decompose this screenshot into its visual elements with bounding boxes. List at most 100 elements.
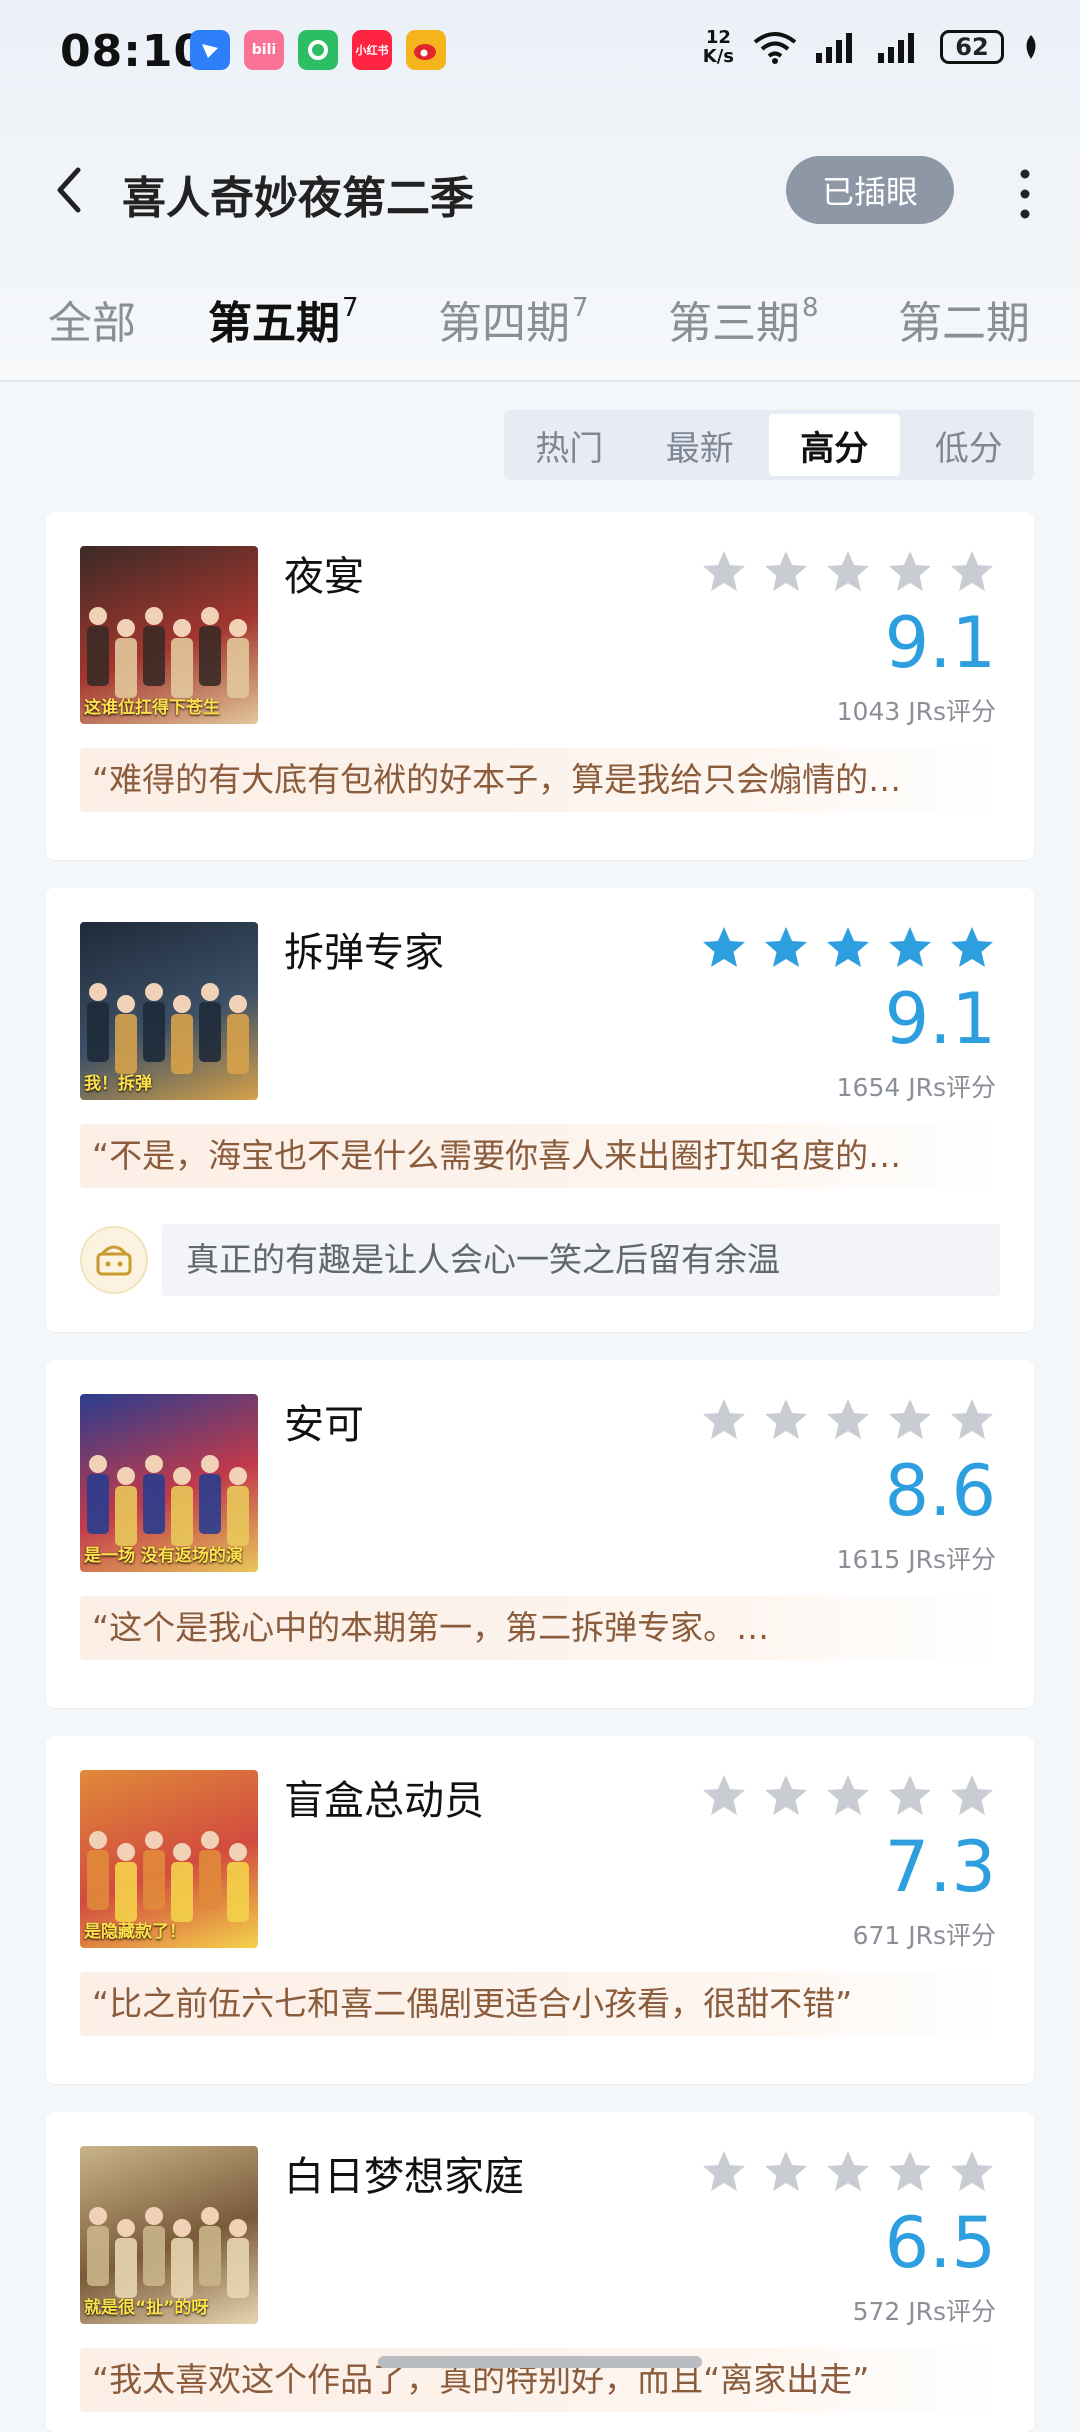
figure-head	[89, 2207, 107, 2225]
signal-icon-2	[878, 33, 914, 63]
star-icon[interactable]	[700, 1772, 748, 1820]
figure-body	[227, 1014, 249, 1074]
tab-episode-4[interactable]: 第四期7	[438, 287, 589, 351]
top-comment-quote[interactable]: “这个是我心中的本期第一，第二拆弹专家。…	[80, 1596, 1000, 1660]
star-icon[interactable]	[762, 2148, 810, 2196]
back-arrow-icon[interactable]	[48, 160, 88, 220]
figure-head	[117, 995, 135, 1013]
star-icon[interactable]	[700, 2148, 748, 2196]
sort-high-score[interactable]: 高分	[769, 414, 900, 476]
star-icon[interactable]	[824, 2148, 872, 2196]
figure-head	[145, 1455, 163, 1473]
star-icon[interactable]	[700, 1396, 748, 1444]
sort-hot[interactable]: 热门	[504, 410, 635, 480]
star-rating[interactable]	[700, 548, 996, 596]
rating-card[interactable]: 就是很“扯”的呀 白日梦想家庭 6.5 572 JRs评分 “我太喜欢这个作品了…	[46, 2112, 1034, 2432]
figure-body	[115, 638, 137, 698]
star-icon[interactable]	[824, 924, 872, 972]
star-rating[interactable]	[700, 1772, 996, 1820]
battery-indicator: 62	[940, 30, 1004, 64]
figure-head	[117, 1467, 135, 1485]
tab-badge: 7	[342, 293, 359, 324]
star-icon[interactable]	[948, 1396, 996, 1444]
score: 7.3	[884, 1826, 996, 1908]
tab-all[interactable]: 全部	[48, 287, 136, 351]
user-comment[interactable]: 真正的有趣是让人会心一笑之后留有余温	[80, 1224, 1000, 1296]
star-rating[interactable]	[700, 924, 996, 972]
star-rating[interactable]	[700, 1396, 996, 1444]
tab-episode-5[interactable]: 第五期7	[208, 287, 359, 351]
thumbnail-caption: 是一场 没有返场的演	[84, 1546, 243, 1566]
figure-body	[87, 626, 109, 686]
avatar	[80, 1226, 148, 1294]
net-speed-unit: K/s	[702, 46, 734, 67]
tab-label: 第五期	[208, 298, 340, 349]
sort-latest[interactable]: 最新	[635, 410, 766, 480]
figure-head	[145, 1831, 163, 1849]
star-icon[interactable]	[948, 924, 996, 972]
star-icon[interactable]	[824, 1396, 872, 1444]
figure-body	[115, 1486, 137, 1546]
score: 8.6	[884, 1450, 996, 1532]
rating-count: 1615 JRs评分	[836, 1545, 996, 1574]
figure-body	[87, 2226, 109, 2286]
rating-card[interactable]: 是隐藏款了！ 盲盒总动员 7.3 671 JRs评分 “比之前伍六七和喜二偶剧更…	[46, 1736, 1034, 2084]
rating-count: 671 JRs评分	[852, 1921, 996, 1950]
figure-head	[173, 2219, 191, 2237]
sort-low-score[interactable]: 低分	[904, 410, 1035, 480]
figure-body	[143, 1850, 165, 1910]
item-title: 夜宴	[284, 554, 364, 600]
star-icon[interactable]	[762, 924, 810, 972]
star-icon[interactable]	[886, 548, 934, 596]
figure-body	[199, 626, 221, 686]
star-icon[interactable]	[948, 1772, 996, 1820]
thumbnail-caption: 是隐藏款了！	[84, 1922, 186, 1942]
figure-body	[143, 626, 165, 686]
star-icon[interactable]	[886, 924, 934, 972]
tab-episode-3[interactable]: 第三期8	[668, 287, 819, 351]
figure-body	[87, 1850, 109, 1910]
home-indicator[interactable]	[378, 2356, 702, 2368]
net-speed: 12 K/s	[703, 28, 734, 66]
star-rating[interactable]	[700, 2148, 996, 2196]
top-comment-quote[interactable]: “比之前伍六七和喜二偶剧更适合小孩看，很甜不错”	[80, 1972, 1000, 2036]
figure-body	[87, 1474, 109, 1534]
top-comment-quote[interactable]: “难得的有大底有包袱的好本子，算是我给只会煽情的…	[80, 748, 1000, 812]
green-app-icon	[298, 30, 338, 70]
tab-label: 全部	[48, 298, 136, 349]
top-comment-quote[interactable]: “不是，海宝也不是什么需要你喜人来出圈打知名度的…	[80, 1124, 1000, 1188]
rating-card[interactable]: 是一场 没有返场的演 安可 8.6 1615 JRs评分 “这个是我心中的本期第…	[46, 1360, 1034, 1708]
star-icon[interactable]	[700, 548, 748, 596]
tab-episode-2[interactable]: 第二期	[898, 287, 1030, 351]
rating-card[interactable]: 这谁位扛得下苍生 夜宴 9.1 1043 JRs评分 “难得的有大底有包袱的好本…	[46, 512, 1034, 860]
figure-head	[145, 2207, 163, 2225]
figure-body	[171, 1486, 193, 1546]
star-icon[interactable]	[886, 1772, 934, 1820]
figure-body	[227, 638, 249, 698]
signal-icon	[816, 33, 852, 63]
star-icon[interactable]	[762, 548, 810, 596]
star-icon[interactable]	[886, 2148, 934, 2196]
sketch-thumbnail: 我！拆弹	[80, 922, 258, 1100]
bookmarked-button[interactable]: 已插眼	[786, 156, 954, 224]
star-icon[interactable]	[762, 1396, 810, 1444]
score: 9.1	[884, 602, 996, 684]
star-icon[interactable]	[700, 924, 748, 972]
figure-body	[115, 2238, 137, 2298]
item-title: 拆弹专家	[284, 930, 444, 976]
page-header: 喜人奇妙夜第二季 已插眼 全部 第五期7 第四期7 第三期8 第二期	[0, 110, 1080, 380]
star-icon[interactable]	[824, 1772, 872, 1820]
figure-body	[171, 1862, 193, 1922]
figure-body	[171, 638, 193, 698]
more-options-icon[interactable]	[1010, 166, 1040, 222]
rating-card[interactable]: 我！拆弹 拆弹专家 9.1 1654 JRs评分 “不是，海宝也不是什么需要你喜…	[46, 888, 1034, 1332]
feishu-icon	[190, 30, 230, 70]
star-icon[interactable]	[762, 1772, 810, 1820]
star-icon[interactable]	[824, 548, 872, 596]
star-icon[interactable]	[948, 2148, 996, 2196]
net-speed-value: 12	[705, 27, 731, 48]
sketch-thumbnail: 就是很“扯”的呀	[80, 2146, 258, 2324]
star-icon[interactable]	[886, 1396, 934, 1444]
user-comment-text: 真正的有趣是让人会心一笑之后留有余温	[162, 1224, 1000, 1296]
star-icon[interactable]	[948, 548, 996, 596]
